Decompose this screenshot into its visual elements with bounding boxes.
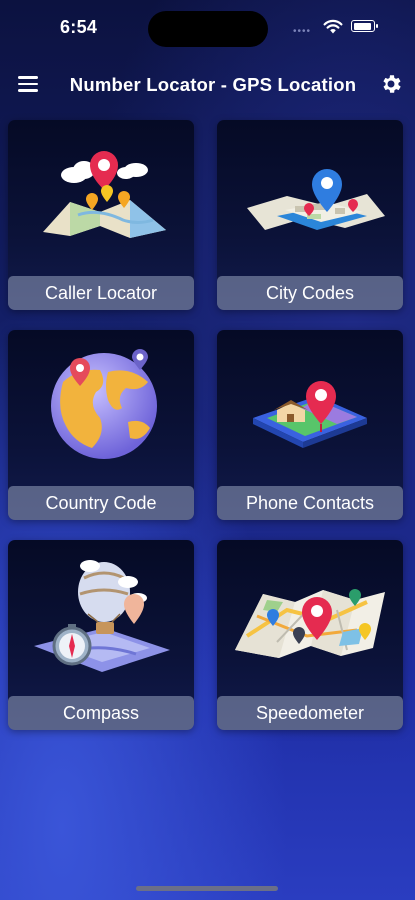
city-map-pin-icon [247, 169, 385, 230]
tile-label: Phone Contacts [217, 486, 403, 520]
tile-compass[interactable]: Compass [8, 540, 194, 730]
tile-city-codes[interactable]: City Codes [217, 120, 403, 310]
status-time: 6:54 [60, 17, 98, 37]
tile-phone-contacts[interactable]: Phone Contacts [217, 330, 403, 520]
tile-label: Compass [8, 696, 194, 730]
tile-label: Country Code [8, 486, 194, 520]
hamburger-menu-icon[interactable] [18, 76, 38, 92]
globe-pins-icon [51, 349, 157, 459]
tile-label: Speedometer [217, 696, 403, 730]
map-pin-clouds-icon [43, 151, 166, 238]
dynamic-island [148, 11, 268, 47]
tile-speedometer[interactable]: Speedometer [217, 540, 403, 730]
tile-label: City Codes [217, 276, 403, 310]
tile-country-code[interactable]: Country Code [8, 330, 194, 520]
tile-label: Caller Locator [8, 276, 194, 310]
battery-icon [351, 20, 378, 32]
house-map-pin-icon [253, 381, 367, 448]
signal-dots: •••• [293, 26, 312, 37]
status-bar: 6:54 •••• [0, 0, 415, 58]
tile-caller-locator[interactable]: Caller Locator [8, 120, 194, 310]
wifi-icon [323, 19, 343, 34]
home-indicator[interactable] [136, 886, 278, 891]
gear-icon[interactable] [379, 72, 403, 96]
compass-balloon-icon [34, 560, 170, 672]
page-title: Number Locator - GPS Location [69, 74, 357, 95]
app-bar: Number Locator - GPS Location [0, 62, 415, 108]
folded-map-pins-icon [235, 589, 385, 658]
